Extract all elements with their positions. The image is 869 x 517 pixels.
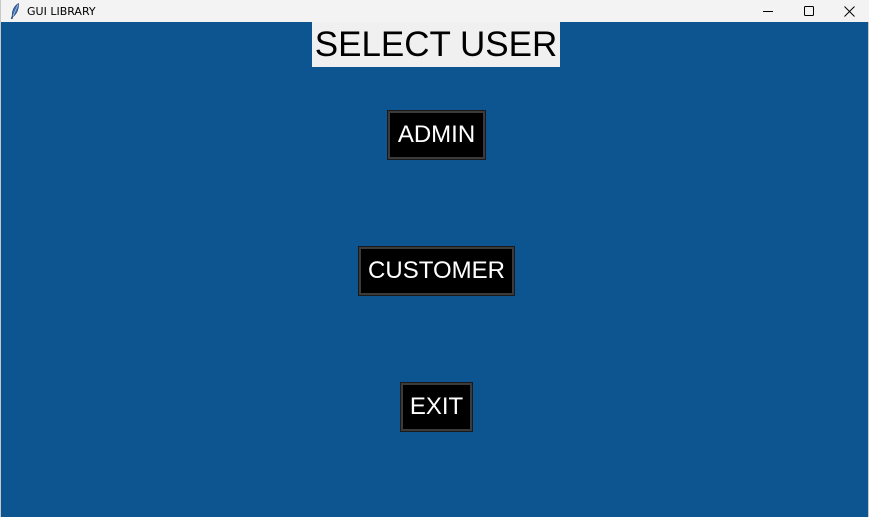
app-window: GUI LIBRARY SELECT USER ADMIN CUSTOMER E… xyxy=(0,0,869,517)
maximize-icon xyxy=(803,6,814,16)
exit-button[interactable]: EXIT xyxy=(400,382,473,432)
window-controls xyxy=(747,0,869,22)
close-icon xyxy=(844,5,855,17)
minimize-icon xyxy=(762,11,773,12)
page-title: SELECT USER xyxy=(312,22,560,67)
maximize-button[interactable] xyxy=(788,0,829,22)
window-title: GUI LIBRARY xyxy=(27,4,96,18)
admin-button[interactable]: ADMIN xyxy=(387,110,486,160)
customer-button[interactable]: CUSTOMER xyxy=(358,246,515,296)
feather-icon xyxy=(5,0,25,22)
minimize-button[interactable] xyxy=(747,0,788,22)
close-button[interactable] xyxy=(829,0,869,22)
title-bar[interactable]: GUI LIBRARY xyxy=(1,0,869,22)
